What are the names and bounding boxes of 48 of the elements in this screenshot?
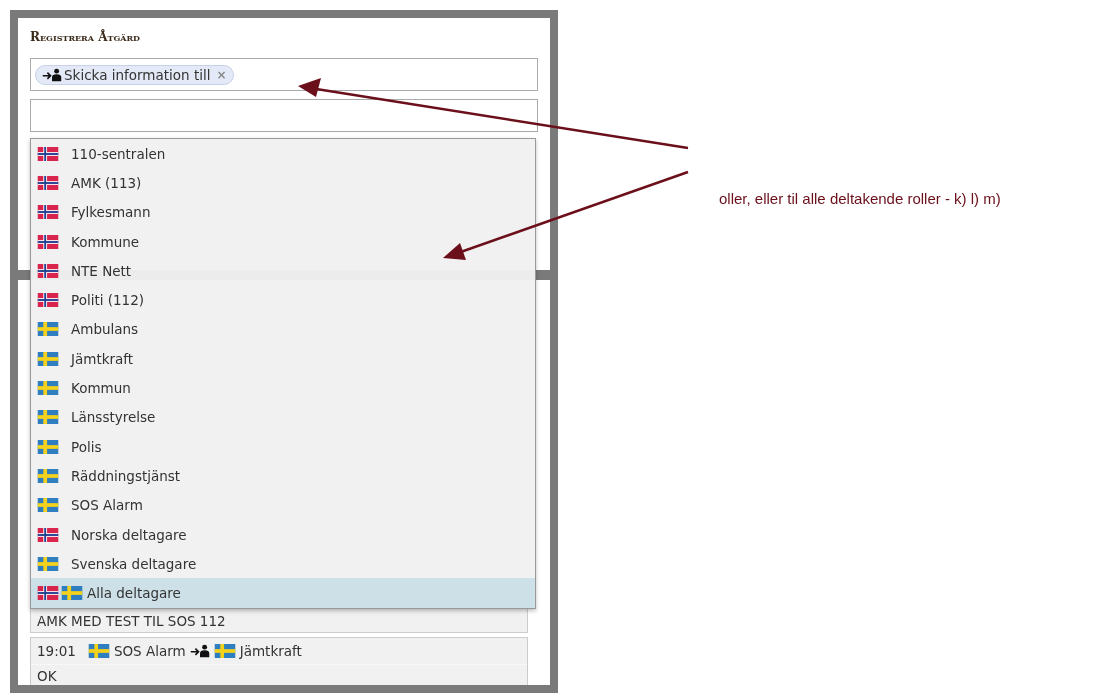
dropdown-option[interactable]: Politi (112) [31, 285, 535, 315]
sweden-flag-icon [87, 644, 110, 658]
norway-flag-icon [37, 146, 59, 161]
norway-flag-icon [37, 175, 59, 190]
annotation-text: oller, eller til alle deltakende roller - k) l) m) [719, 190, 1001, 207]
tag-label: Skicka information till [64, 66, 211, 83]
arrow-person-icon [42, 67, 62, 82]
norway-flag-icon [37, 234, 59, 249]
dropdown-option[interactable]: Alla deltagare [31, 578, 535, 608]
sweden-flag-icon [61, 586, 83, 601]
entry-message: AMK MED TEST TIL SOS 112 [36, 612, 227, 631]
dropdown-option[interactable]: Länsstyrelse [31, 402, 535, 432]
dropdown-option[interactable]: Kommune [31, 226, 535, 257]
dropdown-option[interactable]: Polis [31, 431, 535, 462]
dropdown-option[interactable]: SOS Alarm [31, 490, 535, 520]
action-tag[interactable]: Skicka information till × [35, 64, 234, 85]
entry-time: 19:01 [37, 643, 76, 659]
sweden-flag-icon [37, 410, 59, 425]
sweden-flag-icon [213, 644, 236, 658]
dropdown-option[interactable]: Kommun [31, 373, 535, 403]
arrow-person-icon [189, 644, 210, 658]
sweden-flag-icon [37, 556, 59, 571]
sweden-flag-icon [37, 498, 59, 513]
norway-flag-icon [37, 293, 59, 308]
sweden-flag-icon [37, 322, 59, 337]
dropdown-option[interactable]: Ambulans [31, 314, 535, 345]
norway-flag-icon [37, 205, 59, 220]
dropdown-option[interactable]: Svenska deltagare [31, 549, 535, 579]
sweden-flag-icon [37, 468, 59, 483]
dropdown-option[interactable]: Fylkesmann [31, 197, 535, 227]
sender-name: SOS Alarm [113, 643, 186, 659]
dropdown-option[interactable]: Jämtkraft [31, 344, 535, 374]
dropdown-option[interactable]: NTE Nett [31, 256, 535, 286]
recipient-search-field[interactable] [30, 99, 538, 132]
entry-message: OK [36, 667, 58, 685]
dropdown-option[interactable]: Räddningstjänst [31, 461, 535, 491]
sweden-flag-icon [37, 381, 59, 395]
norway-flag-icon [37, 527, 59, 542]
norway-flag-icon [37, 586, 59, 601]
recipient-name: Jämtkraft [239, 643, 302, 659]
dropdown-option[interactable]: AMK (113) [31, 168, 535, 198]
sweden-flag-icon [37, 439, 59, 454]
sweden-flag-icon [37, 351, 59, 366]
norway-flag-icon [37, 263, 59, 278]
section-title: Registrera Åtgärd [30, 30, 142, 44]
dropdown-option[interactable]: 110-sentralen [31, 139, 535, 169]
dropdown-option[interactable]: Norska deltagare [31, 519, 535, 550]
action-field[interactable]: Skicka information till × [30, 58, 538, 91]
